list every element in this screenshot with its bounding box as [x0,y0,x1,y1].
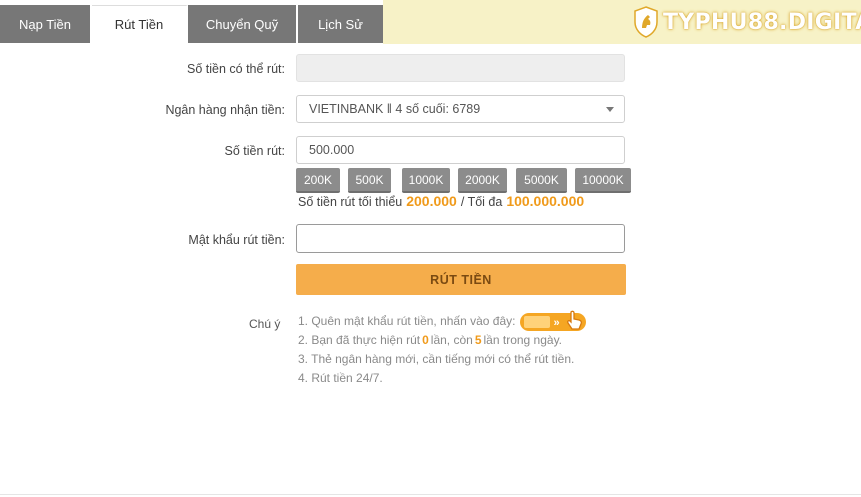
note-new-card: 3. Thẻ ngân hàng mới, cần tiếng mới có t… [298,352,575,366]
button-face-icon [524,315,551,328]
max-label: / Tối đa [460,195,503,209]
min-label: Số tiền rút tối thiểu [298,195,403,209]
quick-amount-5000k-button[interactable]: 5000K [516,168,567,193]
note-item: 1. Quên mật khẩu rút tiền, nhấn vào đây:… [298,310,587,331]
tab-history[interactable]: Lịch Sử [298,5,383,43]
withdraw-limits: Số tiền rút tối thiểu 200.000 / Tối đa 1… [298,193,588,209]
bank-select[interactable]: VIETINBANK ‖ 4 số cuối: 6789 [296,95,625,123]
chevron-down-icon [606,106,614,112]
double-arrow-icon: » [553,316,560,329]
horse-shield-icon [634,6,658,38]
max-amount: 100.000.000 [506,193,585,209]
forgot-password-link-button[interactable]: » [520,310,587,331]
note-forgot-password: 1. Quên mật khẩu rút tiền, nhấn vào đây: [298,314,516,328]
available-label: Số tiền có thể rút: [187,62,285,76]
tab-withdraw[interactable]: Rút Tiền [92,5,188,43]
min-amount: 200.000 [406,193,457,209]
quick-amount-2000k-button[interactable]: 2000K [458,168,507,193]
withdraw-remaining: 5 [474,333,482,347]
note-item: 3. Thẻ ngân hàng mới, cần tiếng mới có t… [298,350,586,369]
note-withdraw-remaining-text: lần, còn [430,333,473,347]
available-amount-field [296,54,625,82]
pointing-hand-icon [567,310,583,330]
amount-label: Số tiền rút: [224,144,285,158]
note-item: 2. Bạn đã thực hiện rút 0 lần, còn 5 lần… [298,331,586,350]
tab-bar: Nạp Tiền Rút Tiền Chuyển Quỹ Lịch Sử [0,5,383,43]
notes-label: Chú ý [249,317,281,331]
quick-amount-1000k-button[interactable]: 1000K [402,168,450,193]
note-withdraw-day-text: lần trong ngày. [483,333,563,347]
note-item: 4. Rút tiền 24/7. [298,369,586,388]
withdraw-submit-button[interactable]: RÚT TIỀN [296,264,626,295]
note-24-7: 4. Rút tiền 24/7. [298,371,383,385]
quick-amount-group: 200K 500K 1000K 2000K 5000K 10000K [296,168,631,193]
quick-amount-200k-button[interactable]: 200K [296,168,340,193]
quick-amount-10000k-button[interactable]: 10000K [575,168,631,193]
brand-logo: TYPHU88.DIGITAL [633,4,861,40]
bank-label: Ngân hàng nhận tiền: [165,103,285,117]
brand-name: TYPHU88.DIGITAL [663,9,861,35]
bottom-divider [0,494,861,495]
quick-amount-500k-button[interactable]: 500K [348,168,391,193]
withdraw-count: 0 [422,333,429,347]
notes-list: 1. Quên mật khẩu rút tiền, nhấn vào đây:… [298,310,587,388]
password-label: Mật khẩu rút tiền: [188,233,285,247]
bank-select-value: VIETINBANK ‖ 4 số cuối: 6789 [309,102,481,116]
withdraw-password-input[interactable] [296,224,625,253]
tab-transfer[interactable]: Chuyển Quỹ [188,5,298,43]
tab-deposit[interactable]: Nạp Tiền [0,5,92,43]
note-withdraw-count: 2. Bạn đã thực hiện rút [298,333,421,347]
amount-input[interactable] [296,136,625,164]
